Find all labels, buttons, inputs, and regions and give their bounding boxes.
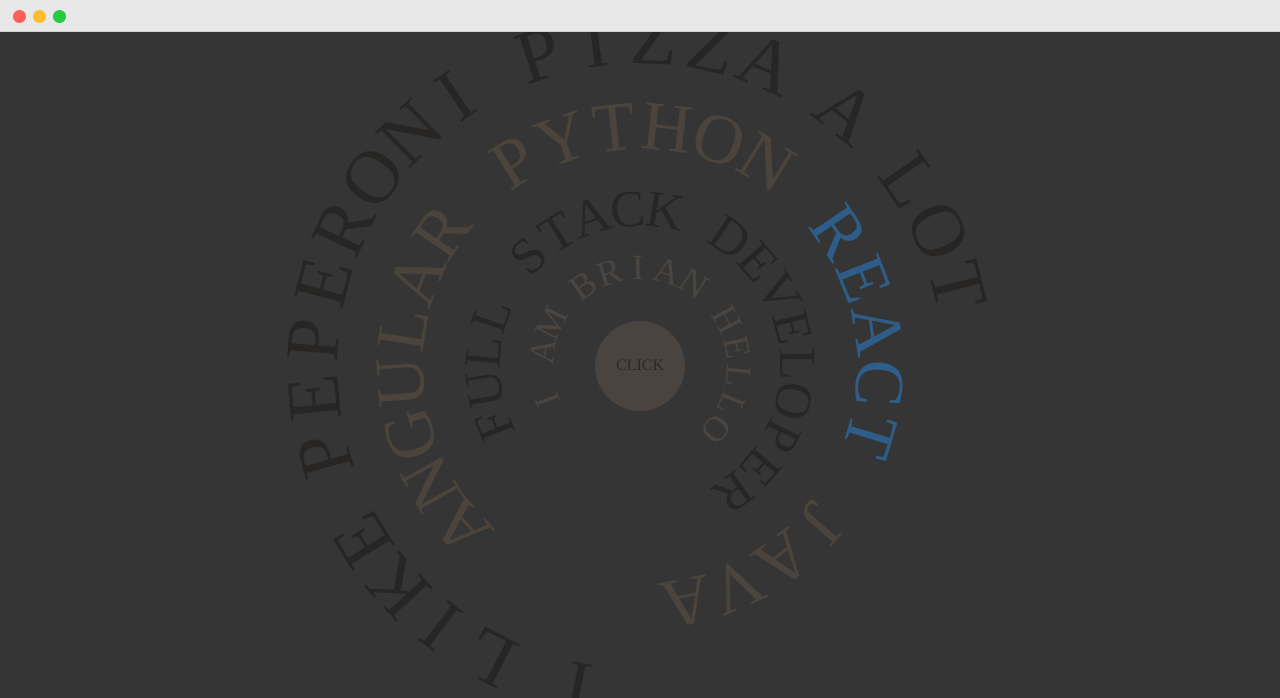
- ring-languages-word-2-letter-2: A: [835, 299, 919, 361]
- ring-role-word-0-letter-1: U: [454, 366, 516, 411]
- ring-outer-word-2-letter-2: P: [270, 315, 357, 364]
- ring-outer-word-3-letter-4: A: [725, 32, 808, 113]
- ring-name-word-2-letter-2: I: [632, 247, 645, 287]
- ring-outer-word-2-letter-1: E: [270, 371, 358, 425]
- window-titlebar: [0, 0, 1280, 32]
- ring-outer-word-3-letter-2: Z: [629, 32, 679, 82]
- ring-languages-word-2-letter-4: T: [826, 403, 912, 466]
- ring-outer-word-1-letter-0: L: [450, 609, 530, 698]
- ring-role-word-2-letter-4: L: [768, 348, 825, 380]
- ring-outer-word-3-letter-0: P: [505, 32, 571, 101]
- window-close-button[interactable]: [13, 10, 26, 23]
- ring-outer-word-4-letter-0: A: [799, 62, 895, 162]
- ring-languages-word-2-letter-3: C: [839, 357, 919, 409]
- ring-role-word-0-letter-2: L: [454, 333, 514, 370]
- ring-name-word-0-letter-0: I: [526, 387, 568, 412]
- click-button[interactable]: CLICK: [595, 321, 685, 411]
- ring-role-word-1-letter-4: K: [642, 180, 688, 242]
- window-minimize-button[interactable]: [33, 10, 46, 23]
- ring-languages-word-1-letter-2: T: [588, 87, 639, 168]
- ring-outer-word-3-letter-1: I: [577, 32, 614, 85]
- ring-role-word-0-letter-3: L: [460, 291, 524, 339]
- text-rings-stage: ILIKEPEPERONIPIZZAALOT ANGULARPYTHONREAC…: [0, 32, 1280, 698]
- ring-role-word-1-letter-3: C: [608, 180, 647, 240]
- window-maximize-button[interactable]: [53, 10, 66, 23]
- ring-languages-word-0-letter-3: U: [361, 354, 441, 410]
- ring-outer-word-0-letter-0: I: [557, 644, 598, 698]
- ring-outer-word-2-letter-0: P: [279, 423, 371, 487]
- ring-name-word-3-letter-2: L: [717, 363, 759, 389]
